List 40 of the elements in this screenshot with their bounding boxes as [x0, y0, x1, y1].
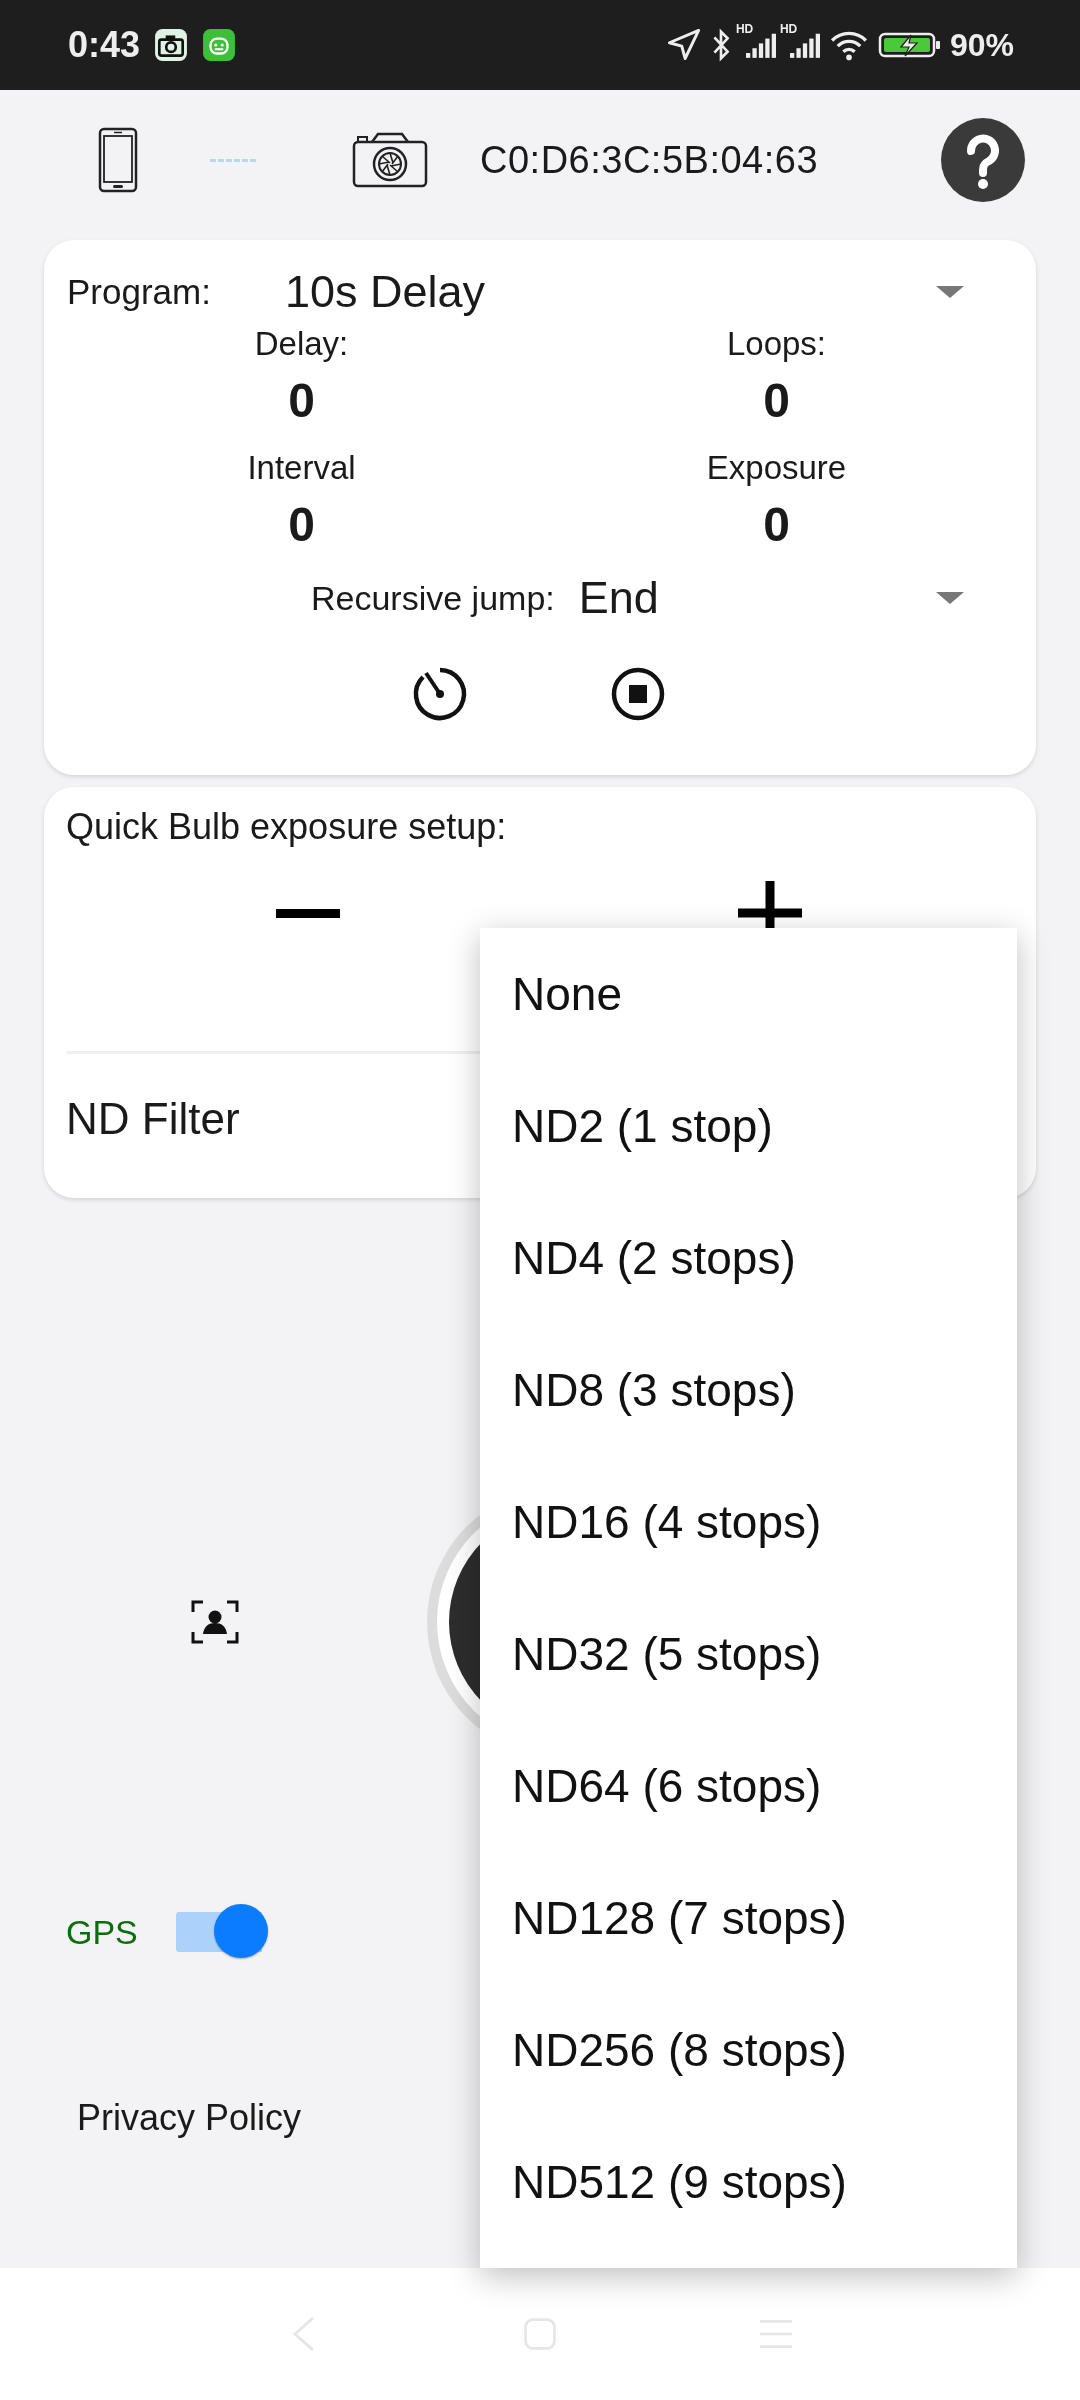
field-label: Interval — [247, 448, 356, 488]
privacy-policy-link[interactable]: Privacy Policy — [77, 2097, 302, 2139]
menu-item[interactable]: ND4 (2 stops) — [480, 1192, 1017, 1324]
location-icon — [665, 27, 702, 63]
field-value: 0 — [763, 497, 790, 553]
face-frame-icon[interactable] — [191, 1600, 239, 1644]
menu-item[interactable]: ND64 (6 stops) — [480, 1720, 1017, 1852]
field-label: Exposure — [706, 448, 847, 488]
gps-label: GPS — [66, 1912, 139, 1952]
program-dropdown[interactable]: 10s Delay — [285, 266, 964, 318]
field-label: Delay: — [254, 324, 349, 364]
battery-percent: 90% — [949, 26, 1014, 64]
field-label: Loops: — [726, 324, 827, 364]
clock: 0:43 — [68, 24, 141, 66]
robot-app-icon — [202, 28, 237, 62]
device-address: C0:D6:3C:5B:04:63 — [480, 138, 819, 182]
menu-item[interactable]: ND2 (1 stop) — [480, 1060, 1017, 1192]
camera-app-icon — [154, 28, 189, 62]
field-value: 0 — [288, 373, 315, 429]
help-icon[interactable] — [941, 118, 1025, 202]
network-type-label: HD — [779, 23, 798, 35]
network-type-label: HD — [735, 23, 754, 35]
menu-item[interactable]: ND512 (9 stops) — [480, 2116, 1017, 2248]
camera-icon[interactable] — [352, 132, 428, 188]
program-label: Program: — [67, 272, 212, 312]
caret-icon — [936, 286, 964, 298]
menu-item[interactable]: ND128 (7 stops) — [480, 1852, 1017, 1984]
jump-dropdown[interactable]: End — [578, 572, 964, 624]
nd-filter-label: ND Filter — [66, 1093, 240, 1145]
menu-item[interactable]: None — [480, 928, 1017, 1060]
phone-icon — [98, 127, 138, 193]
field-value: 0 — [763, 373, 790, 429]
caret-icon — [936, 592, 964, 604]
menu-item[interactable]: ND8 (3 stops) — [480, 1324, 1017, 1456]
menu-item[interactable]: ND32 (5 stops) — [480, 1588, 1017, 1720]
jump-label: Recursive jump: — [311, 578, 555, 618]
menu-item[interactable]: ND256 (8 stops) — [480, 1984, 1017, 2116]
card-title: Quick Bulb exposure setup: — [66, 805, 508, 849]
field-value: 0 — [288, 497, 315, 553]
menu-item[interactable]: ND16 (4 stops) — [480, 1456, 1017, 1588]
